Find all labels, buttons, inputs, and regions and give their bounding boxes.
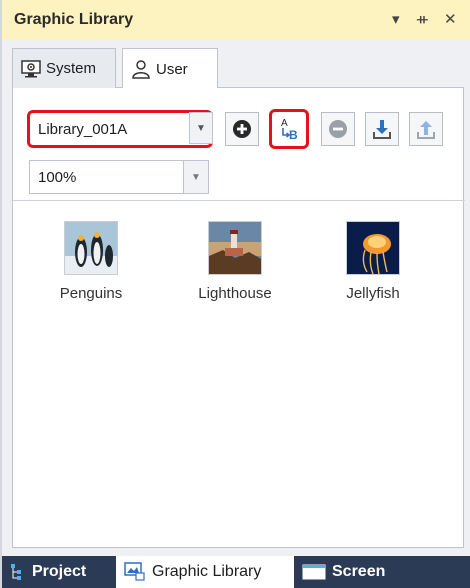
tab-screen-label: Screen [332, 563, 386, 580]
graphic-items-area: Penguins Lighthouse Jellyfish [13, 200, 465, 546]
tab-user[interactable]: User [122, 48, 218, 89]
item-label-penguins: Penguins [59, 285, 123, 302]
rename-icon: A B [281, 118, 298, 142]
remove-icon [329, 120, 347, 138]
user-icon [131, 59, 151, 79]
zoom-select-value: 100% [38, 168, 77, 186]
add-library-button[interactable] [225, 112, 259, 146]
library-tabs: System User [12, 48, 464, 89]
graphic-library-panel: Graphic Library ▾ ᚑ ✕ System User Librar… [0, 0, 470, 588]
tab-project[interactable]: Project [2, 556, 116, 588]
zoom-select-arrow-icon[interactable]: ▼ [183, 160, 209, 194]
monitor-gear-icon [21, 59, 41, 78]
list-item[interactable]: Penguins [36, 221, 146, 302]
rename-glyph-b: B [289, 128, 298, 142]
rename-glyph-a: A [281, 118, 288, 129]
list-item[interactable]: Lighthouse [180, 221, 290, 302]
graphic-library-icon [124, 562, 146, 582]
tab-system[interactable]: System [12, 48, 116, 88]
export-button[interactable] [409, 112, 443, 146]
tab-graphic-library[interactable]: Graphic Library [116, 556, 294, 588]
import-icon [373, 120, 391, 139]
export-icon [417, 121, 435, 139]
bottom-tab-strip: Project Graphic Library Screen [2, 556, 470, 588]
lighthouse-thumbnail [208, 221, 262, 275]
item-label-lighthouse: Lighthouse [198, 285, 272, 302]
jellyfish-thumbnail [346, 221, 400, 275]
list-item[interactable]: Jellyfish [318, 221, 428, 302]
screen-icon [302, 563, 326, 581]
rename-library-button[interactable]: A B [269, 109, 309, 149]
project-tree-icon [10, 563, 26, 581]
panel-title-bar: Graphic Library ▾ ᚑ ✕ [2, 0, 470, 40]
close-icon[interactable]: ✕ [444, 10, 457, 28]
panel-menu-dropdown-icon[interactable]: ▾ [392, 10, 400, 28]
remove-library-button[interactable] [321, 112, 355, 146]
user-library-content: Library_001A ▼ A B 100% ▼ Penguins Light… [12, 88, 465, 548]
pin-icon[interactable]: ᚑ [417, 10, 428, 28]
library-select-arrow-icon[interactable]: ▼ [189, 112, 213, 144]
item-label-jellyfish: Jellyfish [346, 285, 400, 302]
tab-user-label: User [156, 60, 188, 78]
tab-system-label: System [46, 60, 97, 77]
library-select[interactable]: Library_001A [27, 110, 213, 148]
penguins-thumbnail [64, 221, 118, 275]
add-icon [233, 120, 251, 138]
zoom-select[interactable]: 100% [29, 160, 209, 194]
panel-title: Graphic Library [14, 11, 134, 28]
tab-screen[interactable]: Screen [294, 556, 414, 588]
import-button[interactable] [365, 112, 399, 146]
tab-project-label: Project [32, 563, 87, 580]
library-select-value: Library_001A [38, 120, 128, 138]
tab-graphic-library-label: Graphic Library [152, 563, 262, 580]
